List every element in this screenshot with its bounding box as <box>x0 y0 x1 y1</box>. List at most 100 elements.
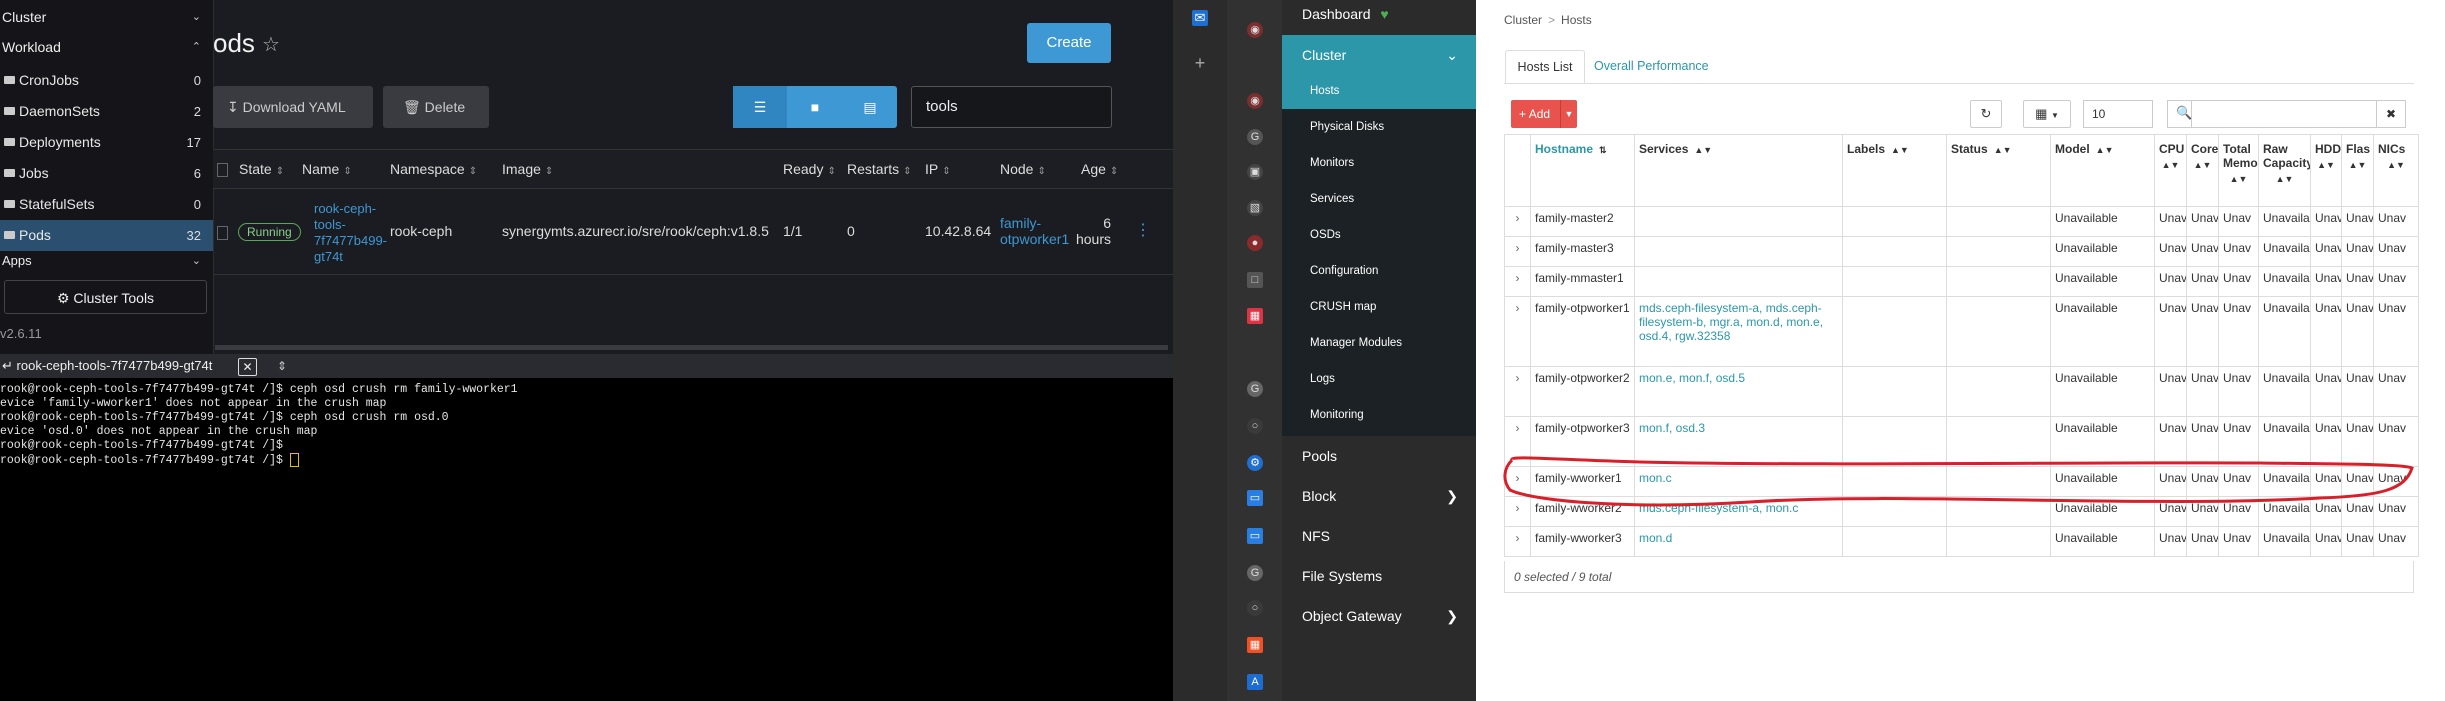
submenu-hosts[interactable]: Hosts <box>1282 73 1476 109</box>
select-all-checkbox[interactable] <box>217 150 228 188</box>
menu-block[interactable]: Block ❯ <box>1282 476 1476 516</box>
nav-group-workload[interactable]: Workload ⌃ <box>0 32 213 62</box>
nav-item-jobs[interactable]: Jobs 6 <box>0 158 213 189</box>
menu-pools[interactable]: Pools <box>1282 436 1476 476</box>
col-cores[interactable]: Core ▲▼ <box>2186 134 2219 207</box>
menu-object-gateway[interactable]: Object Gateway ❯ <box>1282 596 1476 636</box>
table-row[interactable]: › family-otpworker2 mon.e, mon.f, osd.5 Una… <box>1504 366 2419 417</box>
monitor-icon[interactable]: ▭ <box>1247 528 1263 544</box>
folder-view-icon[interactable]: ■ <box>788 86 842 128</box>
app-icon[interactable]: ▧ <box>1247 200 1263 216</box>
chrome-icon[interactable]: G <box>1247 381 1263 397</box>
column-toggle-button[interactable]: ▦ ▼ <box>2023 100 2071 128</box>
bird-icon[interactable]: ● <box>1247 235 1263 251</box>
settings-icon[interactable]: ⚙ <box>1247 455 1263 471</box>
submenu-crush-map[interactable]: CRUSH map <box>1282 289 1476 325</box>
nav-item-deployments[interactable]: Deployments 17 <box>0 127 213 158</box>
monitor-icon[interactable]: ▭ <box>1247 490 1263 506</box>
col-hdd[interactable]: HDD ▲▼ <box>2310 134 2342 207</box>
col-age[interactable]: Age ⇕ <box>1081 150 1118 191</box>
filter-input[interactable]: tools <box>911 86 1112 128</box>
bookmark-icon[interactable]: ▣ <box>1247 164 1263 180</box>
tab-hosts-list[interactable]: Hosts List <box>1505 50 1585 84</box>
nav-item-statefulsets[interactable]: StatefulSets 0 <box>0 189 213 220</box>
submenu-manager-modules[interactable]: Manager Modules <box>1282 325 1476 361</box>
table-row[interactable]: Running rook-ceph- tools- 7f7477b499- gt… <box>213 188 1173 275</box>
microsoft-icon[interactable]: ▦ <box>1247 637 1263 653</box>
nav-group-cluster[interactable]: Cluster ⌄ <box>0 2 213 32</box>
plus-icon[interactable]: + <box>1192 54 1208 72</box>
col-hostname[interactable]: Hostname ⇅ <box>1530 134 1635 207</box>
table-row[interactable]: › family-mmaster1 Unavailable Unav Unav Unav U… <box>1504 266 2419 297</box>
list-view-icon[interactable]: ☰ <box>733 86 787 128</box>
submenu-services[interactable]: Services <box>1282 181 1476 217</box>
services-link[interactable]: mon.f, osd.3 <box>1639 421 1705 435</box>
row-actions-icon[interactable]: ⋮ <box>1135 220 1151 240</box>
chrome-icon[interactable]: G <box>1247 565 1263 581</box>
azure-icon[interactable]: A <box>1247 674 1263 690</box>
delete-button[interactable]: 🗑 Delete <box>383 86 489 128</box>
pod-name-link[interactable]: rook-ceph- tools- 7f7477b499- gt74t <box>314 201 387 265</box>
tab-overall-performance[interactable]: Overall Performance <box>1594 50 1709 83</box>
terminal-output[interactable]: rook@rook-ceph-tools-7f7477b499-gt74t /]… <box>0 378 1173 701</box>
breadcrumb-item[interactable]: Cluster <box>1504 13 1542 27</box>
document-icon[interactable]: □ <box>1247 272 1263 288</box>
chrome-icon[interactable]: G <box>1247 129 1263 145</box>
github-icon[interactable]: ○ <box>1247 418 1263 434</box>
expand-row-icon[interactable]: › <box>1504 366 1531 417</box>
submenu-monitoring[interactable]: Monitoring <box>1282 397 1476 433</box>
close-icon[interactable]: ✕ <box>238 358 257 376</box>
row-checkbox[interactable] <box>217 226 228 243</box>
globe-icon[interactable]: ◉ <box>1247 22 1263 38</box>
col-restarts[interactable]: Restarts ⇕ <box>847 150 912 191</box>
submenu-logs[interactable]: Logs <box>1282 361 1476 397</box>
add-button[interactable]: + Add ▼ <box>1511 100 1577 128</box>
create-button[interactable]: Create <box>1027 23 1111 63</box>
download-yaml-button[interactable]: ↧ Download YAML <box>213 86 373 128</box>
table-row[interactable]: › family-otpworker1 mds.ceph-filesystem-a,… <box>1504 296 2419 367</box>
col-namespace[interactable]: Namespace ⇕ <box>390 150 477 191</box>
clear-icon[interactable]: ✖ <box>2376 101 2405 127</box>
nav-item-cronjobs[interactable]: CronJobs 0 <box>0 65 213 96</box>
col-model[interactable]: Model ▲▼ <box>2050 134 2155 207</box>
nav-group-apps[interactable]: Apps ⌄ <box>0 252 213 270</box>
submenu-osds[interactable]: OSDs <box>1282 217 1476 253</box>
menu-cluster[interactable]: Cluster ⌄ <box>1282 35 1476 75</box>
submenu-configuration[interactable]: Configuration <box>1282 253 1476 289</box>
col-image[interactable]: Image ⇕ <box>502 150 553 191</box>
expand-row-icon[interactable]: › <box>1504 236 1531 267</box>
horizontal-scrollbar[interactable] <box>215 345 1168 350</box>
caret-down-icon[interactable]: ▼ <box>1560 100 1577 128</box>
terminal-tab[interactable]: ↵ rook-ceph-tools-7f7477b499-gt74t <box>0 354 212 378</box>
github-icon[interactable]: ○ <box>1247 600 1263 616</box>
page-size-input[interactable]: 10 <box>2083 100 2153 128</box>
cluster-tools-button[interactable]: ⚙ Cluster Tools <box>4 280 207 314</box>
globe-icon[interactable]: ◉ <box>1247 93 1263 109</box>
table-row[interactable]: › family-master2 Unavailable Unav Unav Unav Un… <box>1504 206 2419 237</box>
col-memory[interactable]: Total Memo ▲▼ <box>2218 134 2259 207</box>
outlook-icon[interactable]: ✉ <box>1192 10 1208 26</box>
col-ready[interactable]: Ready ⇕ <box>783 150 836 191</box>
col-ip[interactable]: IP ⇕ <box>925 150 951 191</box>
col-labels[interactable]: Labels ▲▼ <box>1842 134 1947 207</box>
office-icon[interactable]: ▦ <box>1247 308 1263 324</box>
col-nics[interactable]: NICs ▲▼ <box>2373 134 2419 207</box>
submenu-physical-disks[interactable]: Physical Disks <box>1282 109 1476 145</box>
col-raw-capacity[interactable]: Raw Capacity ▲▼ <box>2258 134 2311 207</box>
col-services[interactable]: Services ▲▼ <box>1634 134 1843 207</box>
submenu-monitors[interactable]: Monitors <box>1282 145 1476 181</box>
nav-item-pods[interactable]: Pods 32 <box>0 220 213 251</box>
group-view-icon[interactable]: ▤ <box>843 86 897 128</box>
expand-row-icon[interactable]: › <box>1504 206 1531 237</box>
search-input[interactable]: 🔍 ✖ <box>2167 100 2406 128</box>
col-cpu[interactable]: CPU ▲▼ <box>2154 134 2187 207</box>
col-node[interactable]: Node ⇕ <box>1000 150 1046 191</box>
col-status[interactable]: Status ▲▼ <box>1946 134 2051 207</box>
menu-file-systems[interactable]: File Systems <box>1282 556 1476 596</box>
nav-item-daemonsets[interactable]: DaemonSets 2 <box>0 96 213 127</box>
menu-nfs[interactable]: NFS <box>1282 516 1476 556</box>
services-link[interactable]: mds.ceph-filesystem-a, mds.ceph-filesyst… <box>1639 301 1823 343</box>
col-name[interactable]: Name ⇕ <box>302 150 352 191</box>
expand-row-icon[interactable]: › <box>1504 296 1531 367</box>
refresh-button[interactable]: ↻ <box>1970 100 2002 128</box>
